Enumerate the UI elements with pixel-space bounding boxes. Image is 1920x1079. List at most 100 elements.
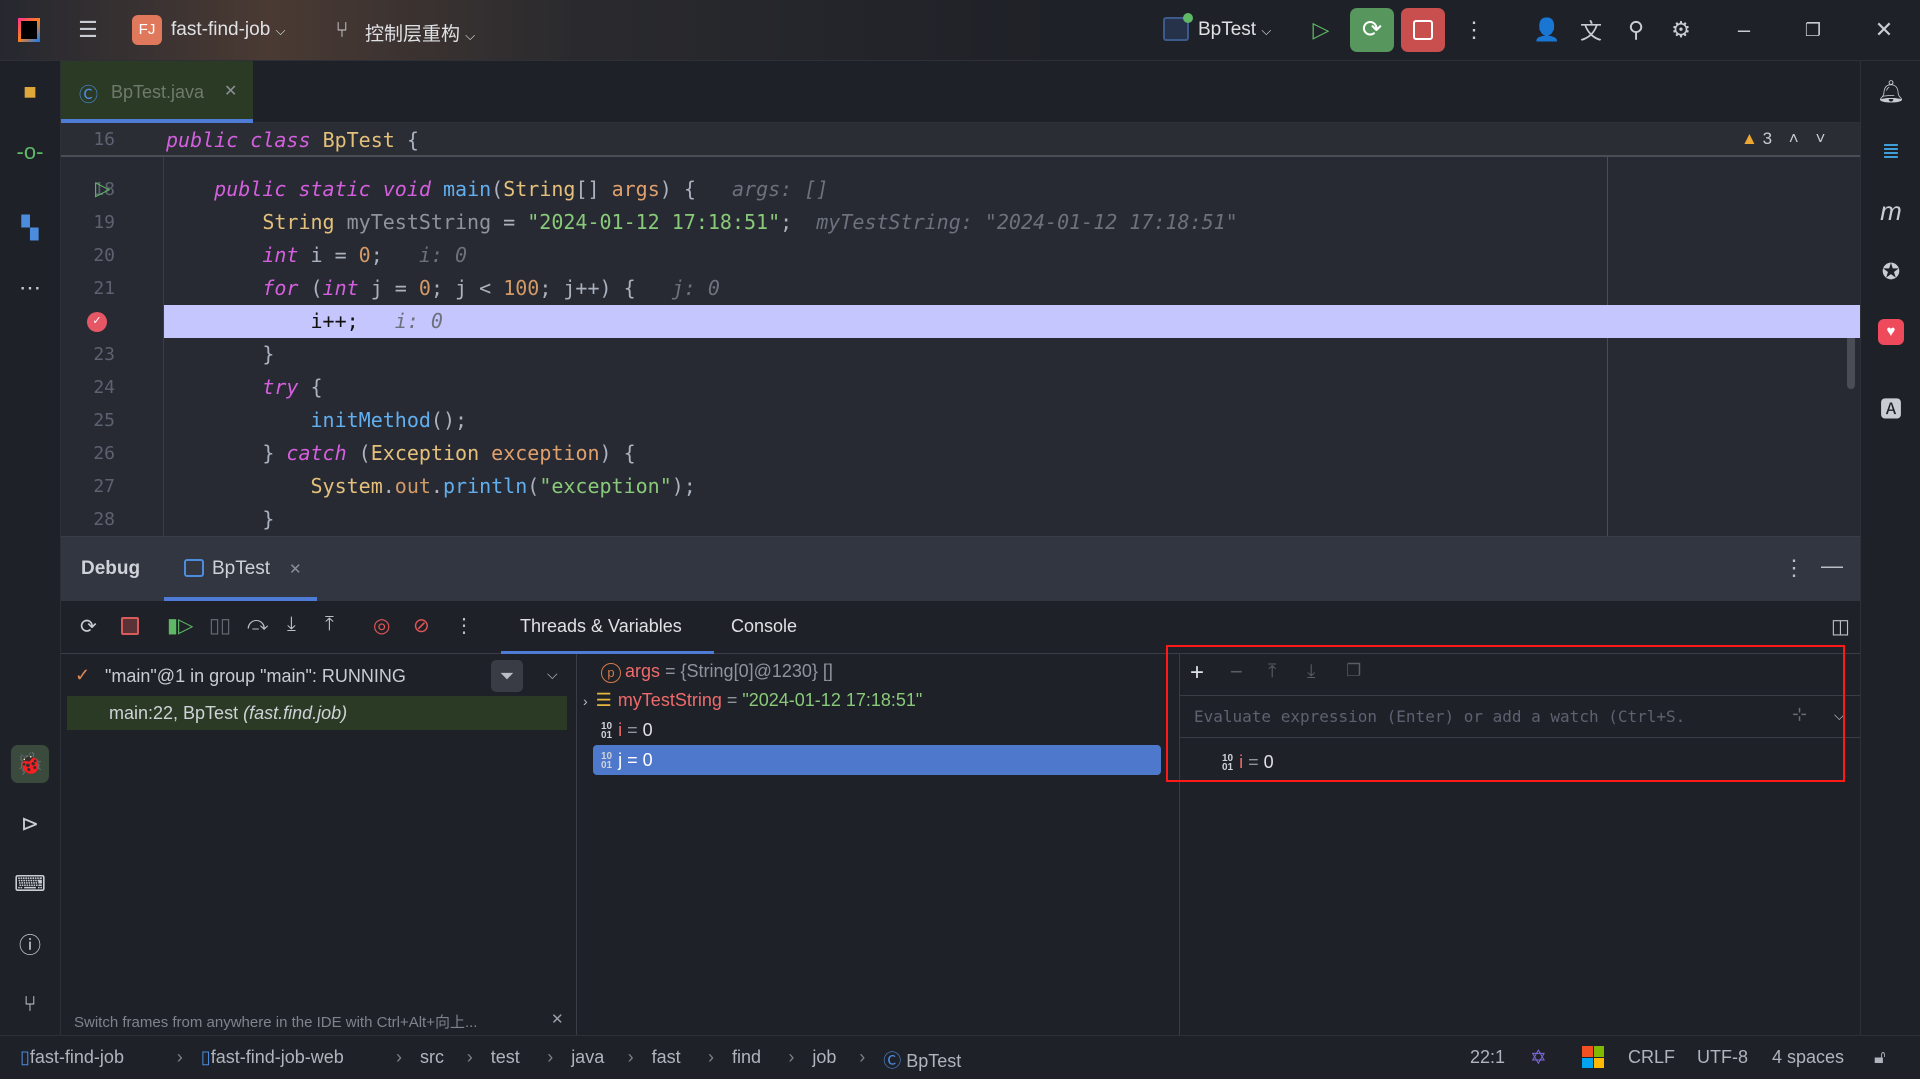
variable-row[interactable]: 10 01 i = 0 xyxy=(601,715,653,745)
indent-setting[interactable]: 4 spaces xyxy=(1772,1047,1844,1068)
variable-row[interactable]: 10 01 j = 0 xyxy=(601,745,653,775)
variable-row[interactable]: p args = {String[0]@1230} [] xyxy=(601,656,833,686)
code-token: Exception xyxy=(370,441,480,465)
thread-selector[interactable]: ✓ "main"@1 in group "main": RUNNING ⏷ ⌵ xyxy=(61,658,577,694)
view-breakpoints-icon[interactable]: ◎ xyxy=(373,613,390,638)
mute-breakpoints-icon[interactable]: ⊘ xyxy=(413,613,430,638)
project-folder-icon[interactable]: ■ xyxy=(14,76,46,108)
breadcrumb-item[interactable]: find xyxy=(732,1047,761,1068)
database-icon[interactable]: ≣ xyxy=(1875,135,1907,167)
plugin-icon[interactable]: ♥ xyxy=(1875,316,1907,348)
close-tab-icon[interactable]: ✕ xyxy=(224,81,237,101)
code-token: String xyxy=(262,210,335,234)
hint-text: Switch frames from anywhere in the IDE w… xyxy=(74,1014,478,1031)
layout-settings-icon[interactable]: ◫ xyxy=(1831,614,1850,639)
inspection-widget[interactable]: ▲ 3 ˄ ˅ xyxy=(1741,129,1825,149)
code-token: ( xyxy=(527,474,540,498)
variable-row[interactable]: › ☰ myTestString = "2024-01-12 17:18:51" xyxy=(583,685,922,715)
settings-gear-icon[interactable]: ⚙ xyxy=(1665,14,1697,46)
debug-tool-icon[interactable]: 🐞 xyxy=(11,745,49,783)
tab-threads-variables[interactable]: Threads & Variables xyxy=(501,601,714,654)
ai-assistant-icon[interactable]: ✪ xyxy=(1875,256,1907,288)
more-actions-icon[interactable]: ⋮ xyxy=(454,613,474,638)
chevron-down-icon: ⌵ xyxy=(465,28,476,43)
breadcrumb-item[interactable]: ▯fast-find-job-web xyxy=(201,1047,344,1068)
line-ending[interactable]: CRLF xyxy=(1628,1047,1675,1068)
breadcrumb-item[interactable]: test xyxy=(491,1047,520,1068)
breadcrumb-separator-icon: › xyxy=(788,1047,795,1067)
file-encoding[interactable]: UTF-8 xyxy=(1697,1047,1748,1068)
expand-chevron-icon[interactable]: › xyxy=(583,693,588,709)
breadcrumb-item[interactable]: fast xyxy=(652,1047,681,1068)
translate-icon[interactable]: 文 xyxy=(1575,14,1607,46)
close-hint-icon[interactable]: ✕ xyxy=(551,1010,564,1028)
resume-icon[interactable]: ▷ xyxy=(1305,14,1337,46)
prev-highlight-icon[interactable]: ˄ xyxy=(1789,129,1799,148)
stop-button[interactable] xyxy=(1401,8,1445,52)
ai-plugin-icon[interactable]: ✡ xyxy=(1530,1045,1547,1070)
rerun-debug-button[interactable]: ⟳ xyxy=(1350,8,1394,52)
close-window-icon[interactable]: ✕ xyxy=(1868,14,1900,46)
step-over-icon[interactable]: ⤼ xyxy=(247,613,268,636)
debug-header: Debug BpTest ✕ ⋮ — xyxy=(61,537,1860,601)
project-selector[interactable]: fast-find-job ⌵ xyxy=(171,19,285,41)
session-tab-bptest[interactable]: BpTest ✕ xyxy=(164,537,317,601)
next-highlight-icon[interactable]: ˅ xyxy=(1815,129,1825,148)
translation-panel-icon[interactable]: 🅰︎ xyxy=(1875,392,1907,424)
caret-position[interactable]: 22:1 xyxy=(1470,1047,1505,1068)
breadcrumb-item[interactable]: java xyxy=(571,1047,604,1068)
primitive-icon: 10 01 xyxy=(601,751,613,772)
breakpoint-icon[interactable]: ✓ xyxy=(87,312,107,332)
code-token: for xyxy=(262,276,299,300)
add-user-icon[interactable]: 👤 xyxy=(1531,14,1563,46)
stop-icon[interactable] xyxy=(121,617,139,635)
code-editor[interactable]: 16 public class BpTest { ▲ 3 ˄ ˅ 18 ▷ pub… xyxy=(61,123,1860,536)
filter-icon[interactable]: ⏷ xyxy=(491,660,523,692)
windows-logo-icon[interactable] xyxy=(1582,1046,1604,1068)
tab-console[interactable]: Console xyxy=(721,601,831,654)
pause-icon[interactable]: ▯▯ xyxy=(209,613,231,638)
main-menu-icon[interactable]: ☰ xyxy=(72,14,104,46)
more-tools-icon[interactable]: ⋯ xyxy=(14,272,46,304)
warning-count: 3 xyxy=(1762,129,1773,148)
structure-icon[interactable]: ▚ xyxy=(14,212,46,244)
notifications-bell-icon[interactable]: 🔔︎ xyxy=(1875,76,1907,108)
breadcrumb-item[interactable]: ▯fast-find-job xyxy=(20,1047,124,1068)
run-config-selector[interactable]: BpTest ⌵ xyxy=(1198,19,1271,41)
chevron-down-icon: ⌵ xyxy=(275,23,286,38)
breadcrumb-item[interactable]: job xyxy=(812,1047,836,1068)
variable-row-selected[interactable] xyxy=(593,745,1161,775)
editor-tab-bptest[interactable]: Ⓒ BpTest.java ✕ xyxy=(61,61,253,123)
chevron-down-icon[interactable]: ⌵ xyxy=(547,666,558,683)
intellij-logo-icon[interactable] xyxy=(13,14,45,46)
stack-frame[interactable]: main:22, BpTest (fast.find.job) xyxy=(67,696,567,730)
run-tool-icon[interactable]: ⊳ xyxy=(14,808,46,840)
git-icon[interactable]: ⑂ xyxy=(14,988,46,1020)
resume-program-icon[interactable]: ▮▷ xyxy=(167,613,193,638)
rerun-icon[interactable]: ⟳ xyxy=(80,614,97,639)
hide-panel-icon[interactable]: — xyxy=(1821,553,1843,579)
search-icon[interactable]: ⚲ xyxy=(1620,14,1652,46)
code-line: int i = 0; i: 0 xyxy=(166,239,467,272)
branch-selector[interactable]: 控制层重构 ⌵ xyxy=(365,19,475,46)
more-options-icon[interactable]: ⋮ xyxy=(1783,555,1805,581)
readonly-lock-icon[interactable]: 🔓︎ xyxy=(1874,1047,1886,1068)
line-number: 16 xyxy=(93,129,115,150)
project-badge[interactable]: FJ xyxy=(132,15,162,45)
step-out-icon[interactable]: ⤒ xyxy=(325,613,334,636)
commit-icon[interactable]: -o- xyxy=(14,136,46,168)
breadcrumb-item[interactable]: Ⓒ BpTest xyxy=(883,1047,961,1073)
var-name: myTestString xyxy=(617,690,722,710)
breadcrumb-item[interactable]: src xyxy=(420,1047,444,1068)
minimize-icon[interactable]: – xyxy=(1728,14,1760,46)
terminal-icon[interactable]: ⌨ xyxy=(14,868,46,900)
run-gutter-icon[interactable]: ▷ xyxy=(95,176,110,201)
restore-icon[interactable]: ❐ xyxy=(1797,14,1829,46)
close-session-icon[interactable]: ✕ xyxy=(289,560,302,578)
more-vertical-icon[interactable]: ⋮ xyxy=(1458,14,1490,46)
problems-icon[interactable]: ⓘ xyxy=(14,928,46,960)
maven-icon[interactable]: m xyxy=(1875,195,1907,227)
step-into-icon[interactable]: ⤓ xyxy=(287,613,296,636)
